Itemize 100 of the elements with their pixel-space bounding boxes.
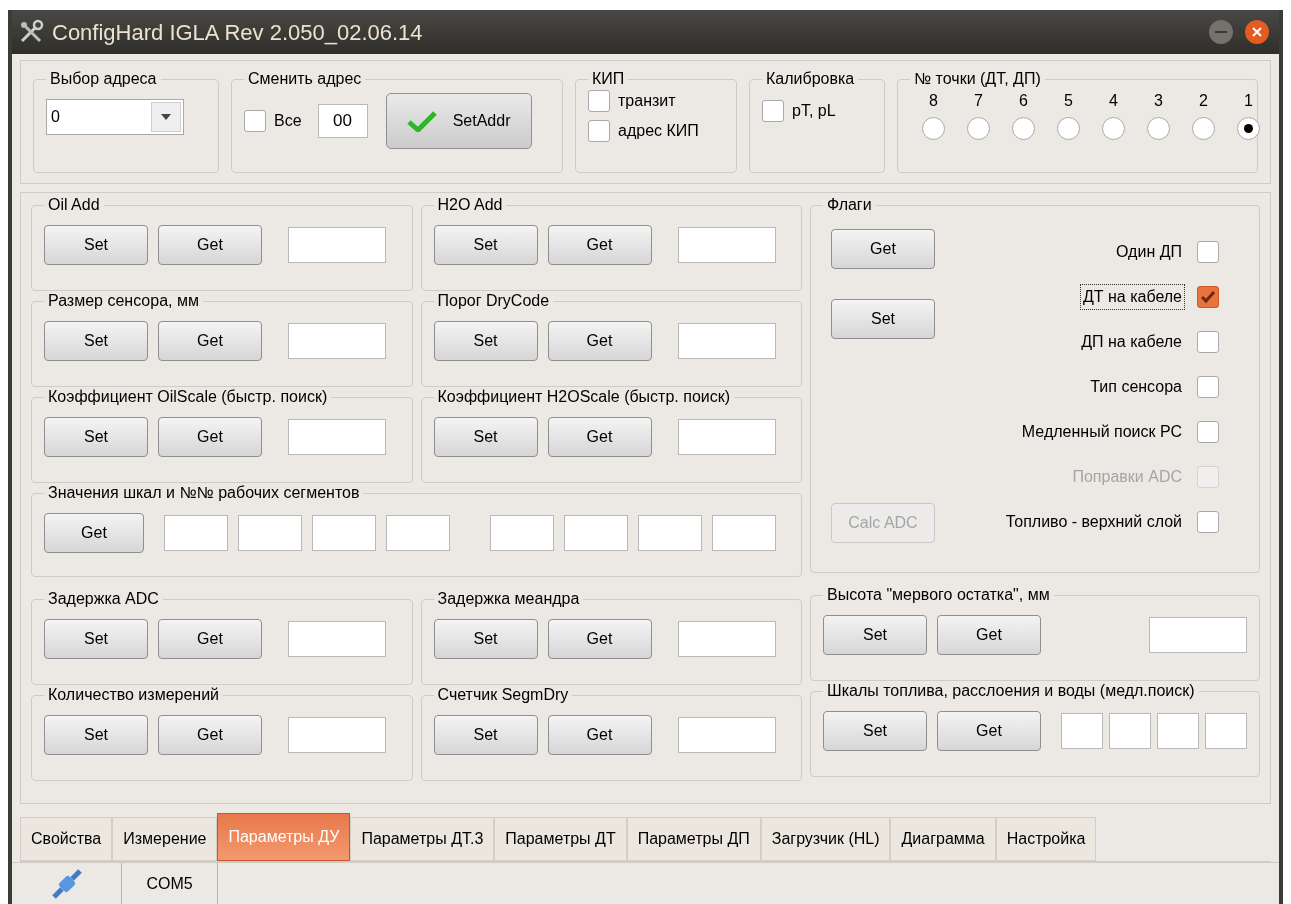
input-field[interactable]	[490, 515, 554, 551]
action-button[interactable]: Get	[547, 619, 652, 659]
radio-label: 5	[1064, 91, 1073, 111]
action-button[interactable]: Set	[823, 615, 927, 655]
radio-label: 6	[1019, 91, 1028, 111]
checkbox[interactable]	[1197, 511, 1219, 533]
input-field[interactable]	[677, 419, 776, 455]
checkbox[interactable]	[1197, 331, 1219, 353]
checkbox[interactable]	[244, 110, 266, 132]
input-field[interactable]	[386, 515, 450, 551]
group-title: Высота "мервого остатка", мм	[826, 587, 1051, 603]
address-field[interactable]: 00	[317, 104, 368, 138]
tab[interactable]: Диаграмма	[890, 817, 996, 861]
group-title: Счетчик SegmDry	[436, 687, 570, 703]
group-title: КИП	[591, 71, 626, 87]
close-icon[interactable]	[1245, 20, 1269, 44]
action-button[interactable]: Get	[158, 619, 262, 659]
flag-label: Один ДП	[1115, 242, 1183, 262]
address-dropdown[interactable]: 0	[46, 99, 184, 135]
action-button[interactable]: Get	[547, 715, 652, 755]
checkbox[interactable]	[588, 90, 610, 112]
action-button[interactable]: Set	[44, 619, 148, 659]
action-button[interactable]: Set	[433, 225, 538, 265]
checkbox[interactable]	[1197, 376, 1219, 398]
radio-label: 4	[1109, 91, 1118, 111]
checkbox[interactable]	[1197, 421, 1219, 443]
input-field[interactable]	[677, 323, 776, 359]
radio-label: 2	[1199, 91, 1208, 111]
action-button[interactable]: Get	[158, 225, 262, 265]
input-field[interactable]	[1109, 713, 1151, 749]
group-title: H2O Add	[436, 197, 504, 213]
flag-label: ДТ на кабеле	[1079, 284, 1185, 310]
input-field[interactable]	[564, 515, 628, 551]
input-field[interactable]	[638, 515, 702, 551]
input-field[interactable]	[677, 717, 776, 753]
checkbox[interactable]	[1197, 286, 1219, 308]
input-field[interactable]	[288, 419, 386, 455]
action-button[interactable]: Set	[433, 619, 538, 659]
action-button[interactable]: Set	[44, 715, 148, 755]
action-button[interactable]: Get	[831, 229, 935, 269]
input-field[interactable]	[288, 227, 386, 263]
radio-button[interactable]	[1237, 117, 1260, 140]
action-button[interactable]: Set	[44, 321, 148, 361]
tab[interactable]: Параметры ДТ.3	[350, 817, 495, 861]
input-field[interactable]	[677, 227, 776, 263]
group-title: № точки (ДТ, ДП)	[913, 71, 1042, 87]
tab[interactable]: Параметры ДТ	[494, 817, 627, 861]
input-field[interactable]	[312, 515, 376, 551]
radio-button[interactable]	[1057, 117, 1080, 140]
radio-label: 8	[929, 91, 938, 111]
tab[interactable]: Измерение	[112, 817, 218, 861]
input-field[interactable]	[238, 515, 302, 551]
radio-button[interactable]	[1192, 117, 1215, 140]
action-button[interactable]: Get	[547, 225, 652, 265]
flag-label: Медленный поиск РС	[1020, 422, 1183, 442]
action-button[interactable]: Get	[44, 513, 144, 553]
group-title: Сменить адрес	[247, 71, 363, 87]
input-field[interactable]	[288, 323, 386, 359]
action-button[interactable]: Get	[547, 321, 652, 361]
setaddr-button[interactable]: SetAddr	[385, 93, 532, 149]
action-button[interactable]: Set	[823, 711, 927, 751]
input-field[interactable]	[677, 621, 776, 657]
action-button[interactable]: Get	[158, 417, 262, 457]
input-field[interactable]	[1205, 713, 1247, 749]
action-button[interactable]: Get	[547, 417, 652, 457]
action-button[interactable]: Get	[937, 711, 1041, 751]
minimize-icon[interactable]	[1209, 20, 1233, 44]
input-field[interactable]	[288, 621, 386, 657]
checkbox[interactable]	[588, 120, 610, 142]
group-title: Значения шкал и №№ рабочих сегментов	[47, 485, 361, 501]
checkbox[interactable]	[762, 100, 784, 122]
group-title: Шкалы топлива, расслоения и воды (медл.поиск)	[826, 683, 1196, 699]
radio-button[interactable]	[1012, 117, 1035, 140]
action-button[interactable]: Set	[44, 417, 148, 457]
input-field[interactable]	[164, 515, 228, 551]
input-field[interactable]	[288, 717, 386, 753]
tab[interactable]: Загрузчик (HL)	[760, 817, 891, 861]
tab[interactable]: Параметры ДП	[626, 817, 761, 861]
action-button[interactable]: Get	[158, 321, 262, 361]
action-button[interactable]: Set	[433, 321, 538, 361]
input-field[interactable]	[1061, 713, 1103, 749]
input-field[interactable]	[1149, 617, 1247, 653]
radio-button[interactable]	[1102, 117, 1125, 140]
group-title: Количество измерений	[47, 687, 221, 703]
input-field[interactable]	[1157, 713, 1199, 749]
action-button[interactable]: Set	[831, 299, 935, 339]
radio-button[interactable]	[922, 117, 945, 140]
radio-button[interactable]	[967, 117, 990, 140]
action-button[interactable]: Set	[433, 417, 538, 457]
action-button[interactable]: Set	[44, 225, 148, 265]
action-button[interactable]: Get	[937, 615, 1041, 655]
flag-label: Поправки ADC	[1071, 467, 1183, 487]
group-title: Коэффициент OilScale (быстр. поиск)	[47, 389, 329, 405]
checkbox[interactable]	[1197, 241, 1219, 263]
radio-button[interactable]	[1147, 117, 1170, 140]
input-field[interactable]	[712, 515, 776, 551]
action-button[interactable]: Set	[433, 715, 538, 755]
tab[interactable]: Настройка	[995, 817, 1097, 861]
tab[interactable]: Свойства	[20, 817, 113, 861]
action-button[interactable]: Get	[158, 715, 262, 755]
